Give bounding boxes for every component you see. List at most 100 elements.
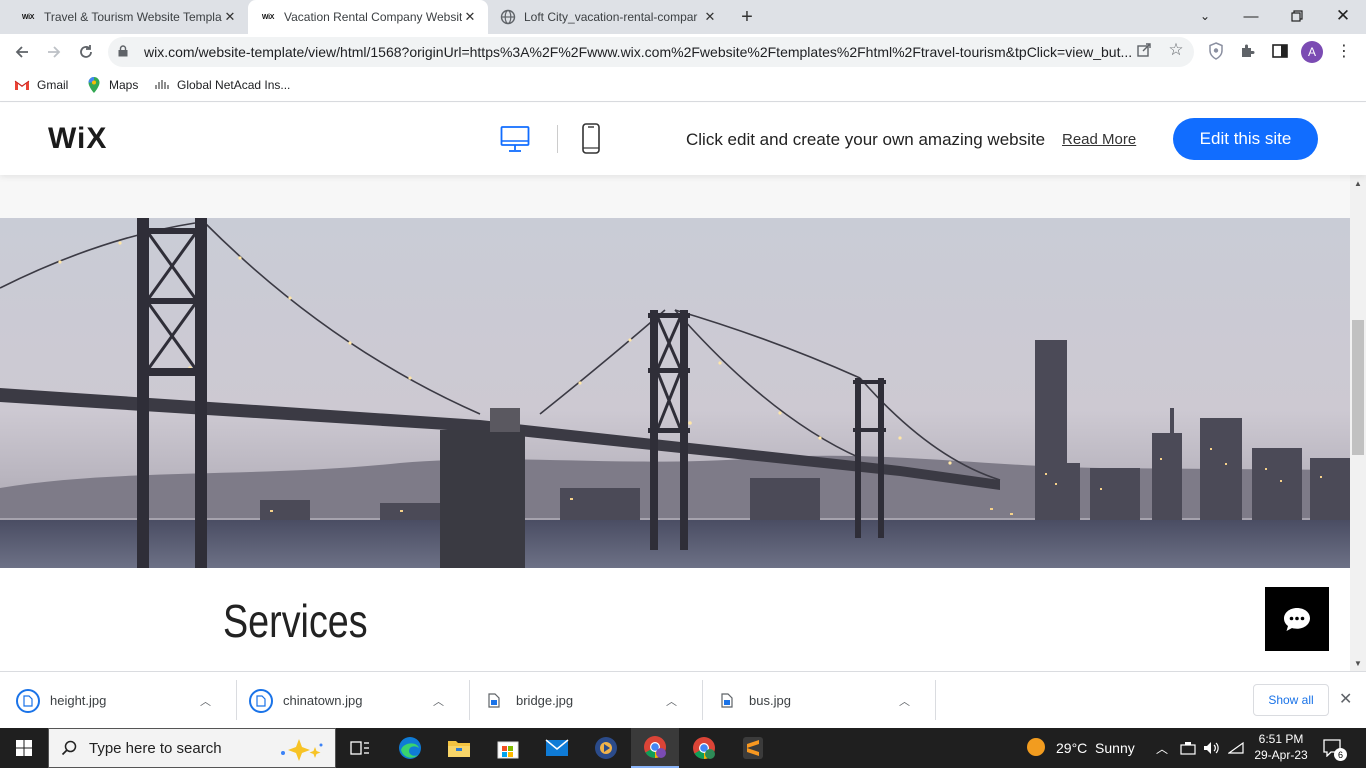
scroll-down-icon[interactable]: ▼ xyxy=(1354,659,1362,668)
bookmark-star-icon[interactable]: ☆ xyxy=(1167,40,1185,59)
close-icon[interactable]: ✕ xyxy=(462,9,478,25)
chrome-icon[interactable] xyxy=(631,728,679,768)
services-heading: Services xyxy=(223,595,368,647)
extensions-puzzle-icon[interactable] xyxy=(1238,41,1258,61)
site-preview: Services xyxy=(0,175,1350,671)
wifi-icon[interactable] xyxy=(1228,728,1244,768)
divider xyxy=(702,680,703,720)
clock-time: 6:51 PM xyxy=(1258,732,1304,746)
scroll-up-icon[interactable]: ▲ xyxy=(1354,179,1362,188)
wix-favicon-icon: WiX xyxy=(21,13,35,21)
close-window-button[interactable]: ✕ xyxy=(1320,0,1366,32)
profile-avatar[interactable]: A xyxy=(1301,41,1323,63)
chevron-up-icon[interactable]: ︿ xyxy=(899,693,910,709)
bookmark-maps[interactable]: Maps xyxy=(86,77,138,93)
windows-start-icon[interactable] xyxy=(0,728,48,768)
wix-logo[interactable]: WiX xyxy=(48,122,107,156)
forward-arrow-icon[interactable] xyxy=(42,40,66,64)
read-more-link[interactable]: Read More xyxy=(1062,131,1136,148)
bookmark-global-netacad[interactable]: Global NetAcad Ins... xyxy=(154,77,290,93)
volume-icon[interactable] xyxy=(1203,728,1221,768)
tab-title: Vacation Rental Company Websit xyxy=(284,10,462,24)
sublime-text-icon[interactable] xyxy=(729,728,777,768)
task-view-icon[interactable] xyxy=(336,728,384,768)
notification-count-badge: 6 xyxy=(1334,748,1347,761)
download-filename: chinatown.jpg xyxy=(283,693,363,708)
bookmarks-bar: Gmail Maps Global NetAcad Ins... xyxy=(0,70,1366,102)
close-icon[interactable]: ✕ xyxy=(222,9,238,25)
close-icon[interactable]: ✕ xyxy=(1339,689,1352,709)
download-filename: bridge.jpg xyxy=(516,693,574,708)
taskbar-search-input[interactable]: Type here to search xyxy=(48,728,336,768)
lock-icon[interactable] xyxy=(118,44,132,60)
search-icon xyxy=(61,740,77,760)
url-text: wix.com/website-template/view/html/1568?… xyxy=(144,44,1133,60)
cisco-icon xyxy=(154,77,170,93)
shield-extension-icon[interactable] xyxy=(1206,41,1226,61)
tab-travel-tourism[interactable]: WiX Travel & Tourism Website Templa ✕ xyxy=(8,0,248,34)
bookmark-label: Global NetAcad Ins... xyxy=(177,78,291,92)
wix-prompt-text: Click edit and create your own amazing w… xyxy=(686,130,1046,149)
edit-this-site-button[interactable]: Edit this site xyxy=(1173,118,1318,160)
globe-icon xyxy=(500,9,516,25)
maps-icon xyxy=(86,77,102,93)
address-bar[interactable]: wix.com/website-template/view/html/1568?… xyxy=(108,37,1194,67)
file-icon xyxy=(249,688,273,713)
downloads-bar: height.jpg ︿ chinatown.jpg ︿ bridge.jpg … xyxy=(0,671,1366,728)
minimize-button[interactable]: — xyxy=(1228,0,1274,32)
chrome-profile-icon[interactable] xyxy=(680,728,728,768)
bookmark-label: Maps xyxy=(109,78,139,92)
divider xyxy=(935,680,936,720)
download-item[interactable]: chinatown.jpg ︿ xyxy=(249,672,444,729)
clock-date: 29-Apr-23 xyxy=(1254,748,1308,762)
side-panel-icon[interactable] xyxy=(1270,41,1290,61)
bookmark-gmail[interactable]: Gmail xyxy=(14,77,68,93)
system-clock[interactable]: 6:51 PM 29-Apr-23 xyxy=(1246,731,1316,763)
page-scrollbar[interactable]: ▲ ▼ xyxy=(1350,175,1366,671)
chevron-up-icon[interactable]: ︿ xyxy=(433,693,444,709)
mail-icon[interactable] xyxy=(533,728,581,768)
divider xyxy=(236,680,237,720)
edge-browser-icon[interactable] xyxy=(386,728,434,768)
divider xyxy=(469,680,470,720)
weather-widget[interactable]: 29°C Sunny xyxy=(1026,728,1135,768)
gmail-icon xyxy=(14,77,30,93)
download-item[interactable]: height.jpg ︿ xyxy=(16,672,211,729)
image-file-icon xyxy=(715,689,739,713)
chevron-up-icon[interactable]: ︿ xyxy=(200,693,211,709)
bridge-cityscape-image xyxy=(0,218,1350,568)
chevron-up-icon[interactable]: ︿ xyxy=(1156,728,1168,768)
chat-button[interactable] xyxy=(1265,587,1329,651)
media-player-icon[interactable] xyxy=(582,728,630,768)
download-filename: height.jpg xyxy=(50,693,107,708)
scrollbar-thumb[interactable] xyxy=(1352,320,1364,455)
tab-vacation-rental[interactable]: WiX Vacation Rental Company Websit ✕ xyxy=(248,0,488,34)
network-icon[interactable] xyxy=(1180,728,1196,768)
tab-loft-city[interactable]: Loft City_vacation-rental-compar ✕ xyxy=(488,0,728,34)
desktop-view-icon[interactable] xyxy=(500,124,530,154)
close-icon[interactable]: ✕ xyxy=(702,9,718,25)
download-item[interactable]: bus.jpg ︿ xyxy=(715,672,910,729)
download-item[interactable]: bridge.jpg ︿ xyxy=(482,672,677,729)
tab-search-chevron-icon[interactable]: ⌄ xyxy=(1182,0,1228,32)
microsoft-store-icon[interactable] xyxy=(484,728,532,768)
wix-preview-bar: WiX Click edit and create your own amazi… xyxy=(0,103,1366,175)
wix-favicon-icon: WiX xyxy=(261,13,275,21)
chevron-up-icon[interactable]: ︿ xyxy=(666,693,677,709)
reload-icon[interactable] xyxy=(74,40,98,64)
restore-button[interactable] xyxy=(1274,0,1320,32)
mobile-view-icon[interactable] xyxy=(582,123,600,154)
divider xyxy=(557,125,558,153)
new-tab-button[interactable]: + xyxy=(733,5,761,29)
show-all-button[interactable]: Show all xyxy=(1253,684,1329,716)
bookmark-label: Gmail xyxy=(37,78,69,92)
share-icon[interactable] xyxy=(1135,41,1153,59)
notifications-icon[interactable]: 6 xyxy=(1323,728,1347,768)
sun-icon xyxy=(1026,737,1046,760)
file-icon xyxy=(16,688,40,713)
back-arrow-icon[interactable] xyxy=(10,40,34,64)
menu-kebab-icon[interactable]: ⋮ xyxy=(1334,41,1354,61)
top-band xyxy=(0,175,1350,218)
search-placeholder: Type here to search xyxy=(89,739,222,757)
file-explorer-icon[interactable] xyxy=(435,728,483,768)
